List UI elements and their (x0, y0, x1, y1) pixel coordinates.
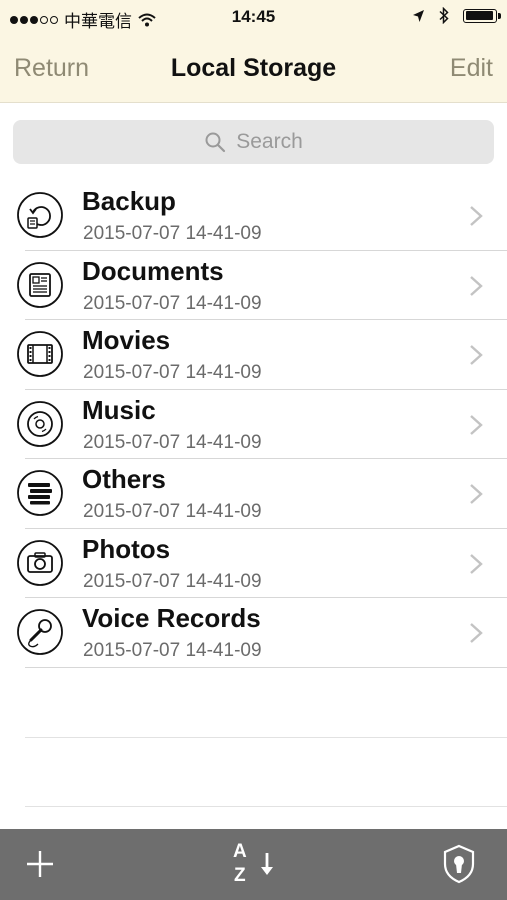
status-bar: 中華電信 14:45 (0, 0, 507, 36)
folder-name: Music (82, 394, 156, 425)
chevron-right-icon (470, 623, 483, 643)
list-item-photos[interactable]: Photos 2015-07-07 14-41-09 (0, 529, 507, 599)
chevron-right-icon (470, 275, 483, 296)
folder-name: Backup (82, 186, 176, 216)
sort-letter-z: Z (234, 865, 246, 886)
list-item-music[interactable]: Music 2015-07-07 14-41-09 (0, 390, 507, 460)
folder-name: Others (82, 464, 166, 494)
list-item-movies[interactable]: Movies 2015-07-07 14-41-09 (0, 320, 507, 390)
keyhole-shield-icon[interactable] (442, 844, 476, 884)
plus-icon[interactable] (25, 849, 55, 879)
sort-az-button[interactable]: A Z (233, 841, 279, 889)
search-area: Search (0, 103, 507, 181)
film-icon (17, 331, 63, 377)
folder-date: 2015-07-07 14-41-09 (83, 570, 262, 592)
folder-name: Movies (82, 325, 171, 355)
sort-letter-a: A (233, 841, 247, 862)
folder-name: Voice Records (82, 603, 261, 633)
backup-icon (17, 192, 63, 238)
folder-name: Documents (82, 255, 224, 286)
folder-date: 2015-07-07 14-41-09 (83, 431, 262, 453)
down-arrow-icon (261, 853, 273, 875)
divider (25, 737, 507, 738)
bottom-toolbar: A Z (0, 829, 507, 900)
folder-date: 2015-07-07 14-41-09 (83, 362, 262, 383)
microphone-icon (17, 609, 63, 655)
chevron-right-icon (470, 553, 483, 574)
search-input[interactable]: Search (13, 120, 494, 164)
battery-icon (463, 8, 501, 23)
location-arrow-icon (413, 9, 424, 22)
chevron-right-icon (470, 414, 483, 435)
camera-icon (17, 539, 63, 586)
disc-icon (17, 400, 63, 447)
folder-date: 2015-07-07 14-41-09 (83, 292, 262, 314)
folder-name: Photos (82, 533, 171, 564)
list-item-backup[interactable]: Backup 2015-07-07 14-41-09 (0, 181, 507, 251)
folder-list: Backup 2015-07-07 14-41-09 Documents 201… (0, 181, 507, 668)
folder-date: 2015-07-07 14-41-09 (83, 223, 262, 244)
document-icon (17, 261, 63, 308)
return-button[interactable]: Return (14, 54, 89, 83)
chevron-right-icon (470, 206, 483, 226)
status-right (412, 7, 501, 24)
search-icon (205, 132, 226, 153)
folder-date: 2015-07-07 14-41-09 (83, 501, 262, 522)
bluetooth-icon (439, 7, 449, 24)
folder-date: 2015-07-07 14-41-09 (83, 640, 262, 661)
list-item-others[interactable]: Others 2015-07-07 14-41-09 (0, 459, 507, 529)
chevron-right-icon (470, 345, 483, 365)
divider (25, 806, 507, 807)
list-item-documents[interactable]: Documents 2015-07-07 14-41-09 (0, 251, 507, 321)
navigation-bar: Return Local Storage Edit (0, 36, 507, 103)
stack-icon (17, 470, 63, 516)
list-item-voice-records[interactable]: Voice Records 2015-07-07 14-41-09 (0, 598, 507, 668)
edit-button[interactable]: Edit (450, 54, 493, 83)
search-placeholder: Search (236, 130, 303, 153)
chevron-right-icon (470, 484, 483, 504)
